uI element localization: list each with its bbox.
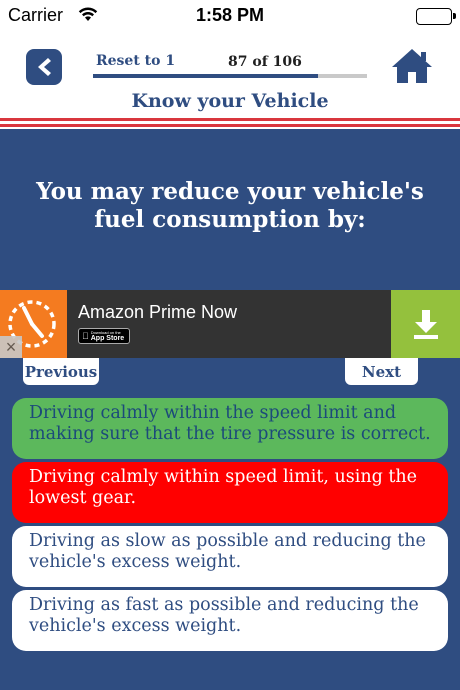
- reset-button[interactable]: Reset to 1: [96, 53, 175, 69]
- status-time: 1:58 PM: [195, 5, 265, 25]
- progress-counter: 87 of 106: [228, 54, 302, 70]
- app-store-badge[interactable]:  Download on the App Store: [78, 328, 130, 344]
- previous-button[interactable]: Previous: [23, 358, 99, 385]
- ad-title: Amazon Prime Now: [78, 302, 238, 322]
- home-icon: [392, 49, 432, 83]
- answer-option[interactable]: Driving as fast as possible and reducing…: [12, 590, 448, 651]
- next-button[interactable]: Next: [345, 358, 418, 385]
- wifi-icon: [78, 6, 98, 26]
- apple-icon: : [82, 331, 89, 341]
- home-button[interactable]: [390, 47, 434, 85]
- ad-banner[interactable]: Amazon Prime Now  Download on the App S…: [0, 290, 460, 358]
- header-stripe: [0, 127, 460, 129]
- back-arrow-icon: [38, 58, 51, 76]
- ad-download-button[interactable]: [391, 290, 460, 358]
- back-button[interactable]: [26, 49, 62, 85]
- ad-close-button[interactable]: ×: [0, 336, 22, 358]
- answer-option[interactable]: Driving as slow as possible and reducing…: [12, 526, 448, 587]
- progress-bar: [93, 74, 367, 78]
- progress-bar-fill: [93, 74, 318, 78]
- answer-option[interactable]: Driving calmly within the speed limit an…: [12, 398, 448, 459]
- page-title: Know your Vehicle: [131, 90, 329, 112]
- answer-option[interactable]: Driving calmly within speed limit, using…: [12, 462, 448, 523]
- carrier-label: Carrier: [8, 5, 64, 25]
- status-bar: Carrier 1:58 PM: [0, 0, 460, 32]
- header: Reset to 1 87 of 106 Know your Vehicle: [0, 32, 460, 118]
- question-text: You may reduce your vehicle's fuel consu…: [36, 178, 424, 233]
- badge-big-text: App Store: [84, 335, 124, 342]
- download-icon: [413, 310, 438, 339]
- battery-icon: [416, 8, 456, 25]
